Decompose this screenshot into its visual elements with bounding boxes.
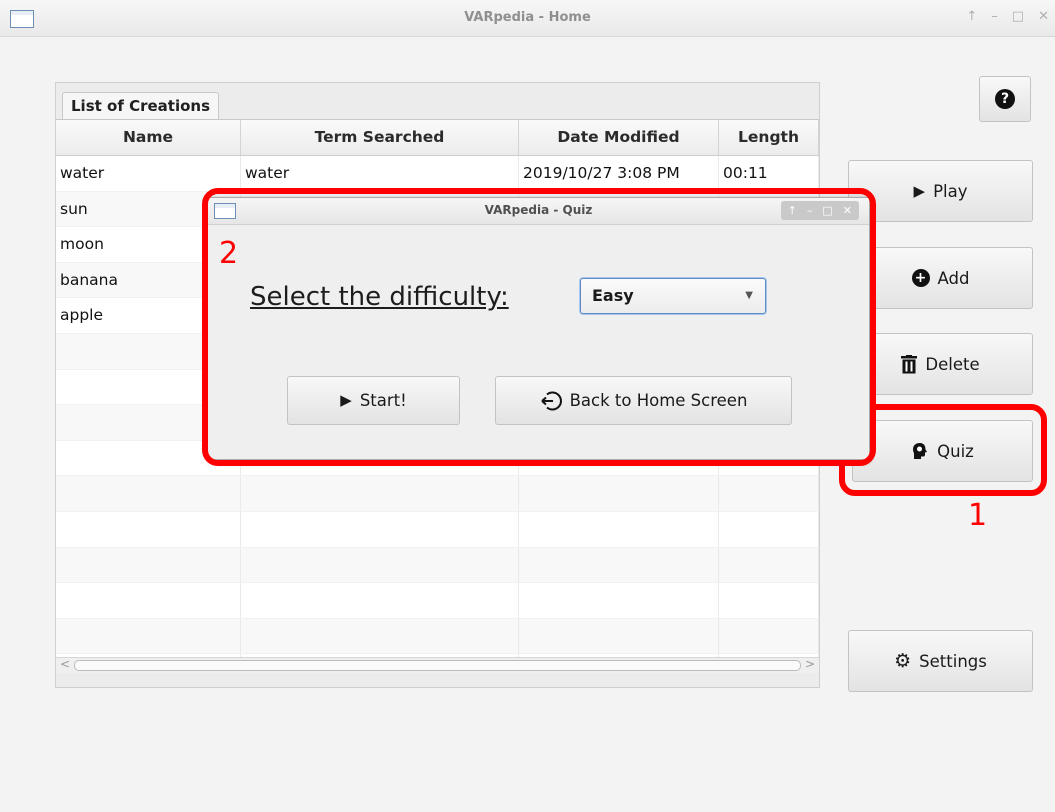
- difficulty-select[interactable]: Easy ▼: [580, 278, 766, 314]
- play-icon: ▶: [340, 391, 352, 409]
- table-row[interactable]: [56, 583, 819, 619]
- cell-length: [719, 476, 819, 511]
- column-header-name[interactable]: Name: [56, 120, 241, 155]
- dialog-window-controls: ↑ – □ ✕: [780, 201, 859, 220]
- scrollbar-thumb[interactable]: [74, 660, 801, 671]
- close-icon[interactable]: ✕: [1038, 9, 1049, 24]
- settings-label: Settings: [919, 651, 987, 671]
- cell-length: [719, 583, 819, 618]
- play-icon: ▶: [913, 181, 926, 200]
- minimize-icon[interactable]: –: [991, 9, 998, 24]
- delete-button[interactable]: Delete: [848, 333, 1033, 395]
- cell-name: [56, 511, 241, 547]
- dialog-maximize-icon[interactable]: □: [822, 204, 832, 217]
- table-row[interactable]: [56, 547, 819, 584]
- cell-term: [241, 547, 519, 583]
- cell-date: [519, 583, 719, 618]
- quiz-button[interactable]: Quiz: [852, 420, 1033, 482]
- dialog-title: VARpedia - Quiz: [484, 203, 593, 217]
- table-header: Name Term Searched Date Modified Length: [56, 120, 819, 156]
- column-header-length[interactable]: Length: [719, 120, 819, 155]
- column-header-date[interactable]: Date Modified: [519, 120, 719, 155]
- quiz-dialog: VARpedia - Quiz ↑ – □ ✕ Select the diffi…: [207, 197, 870, 460]
- window-controls: ↑ – □ ✕: [966, 9, 1049, 24]
- cell-date: [519, 618, 719, 654]
- play-button[interactable]: ▶ Play: [848, 160, 1033, 222]
- cell-term: [241, 476, 519, 511]
- play-label: Play: [933, 181, 968, 201]
- window-title: VARpedia - Home: [464, 10, 591, 25]
- dialog-titlebar[interactable]: VARpedia - Quiz ↑ – □ ✕: [208, 198, 869, 225]
- tab-list-of-creations[interactable]: List of Creations: [62, 92, 219, 120]
- trash-icon: [901, 354, 918, 373]
- cell-date: [519, 476, 719, 511]
- cell-name: [56, 583, 241, 618]
- back-to-home-button[interactable]: Back to Home Screen: [495, 376, 792, 425]
- chevron-down-icon: ▼: [745, 290, 753, 301]
- cell-name: water: [56, 156, 241, 191]
- difficulty-label: Select the difficulty:: [250, 282, 509, 312]
- annotation-label-2: 2: [219, 236, 239, 271]
- keep-above-icon[interactable]: ↑: [966, 9, 977, 24]
- cell-date: [519, 511, 719, 547]
- cell-term: [241, 583, 519, 618]
- table-row[interactable]: [56, 511, 819, 548]
- cell-length: [719, 618, 819, 654]
- cell-term: water: [241, 156, 519, 191]
- brain-head-icon: [913, 443, 928, 459]
- horizontal-scrollbar[interactable]: < >: [56, 657, 819, 673]
- difficulty-select-value: Easy: [592, 286, 634, 305]
- dialog-minimize-icon[interactable]: –: [807, 204, 813, 217]
- cell-length: [719, 547, 819, 583]
- delete-label: Delete: [925, 354, 980, 374]
- annotation-label-1: 1: [968, 498, 988, 533]
- main-titlebar[interactable]: VARpedia - Home ↑ – □ ✕: [0, 0, 1055, 37]
- cell-name: [56, 476, 241, 511]
- scroll-left-icon[interactable]: <: [60, 657, 70, 671]
- quiz-label: Quiz: [937, 441, 974, 461]
- cell-name: [56, 547, 241, 583]
- plus-circle-icon: +: [911, 269, 930, 287]
- cell-date: [519, 547, 719, 583]
- dialog-close-icon[interactable]: ✕: [843, 204, 852, 217]
- dialog-keep-above-icon[interactable]: ↑: [788, 204, 797, 217]
- cell-length: 00:11: [719, 156, 819, 191]
- help-button[interactable]: ?: [979, 76, 1031, 122]
- cell-date: 2019/10/27 3:08 PM: [519, 156, 719, 191]
- table-row[interactable]: [56, 618, 819, 655]
- cell-term: [241, 618, 519, 654]
- table-row[interactable]: water water 2019/10/27 3:08 PM 00:11: [56, 156, 819, 192]
- settings-button[interactable]: ⚙ Settings: [848, 630, 1033, 692]
- cell-length: [719, 511, 819, 547]
- scroll-right-icon[interactable]: >: [805, 657, 815, 671]
- start-label: Start!: [359, 391, 407, 410]
- column-header-term[interactable]: Term Searched: [241, 120, 519, 155]
- add-button[interactable]: + Add: [848, 247, 1033, 309]
- cell-name: [56, 618, 241, 654]
- gear-icon: ⚙: [894, 649, 912, 672]
- start-button[interactable]: ▶ Start!: [287, 376, 460, 425]
- table-row[interactable]: [56, 476, 819, 512]
- cell-term: [241, 511, 519, 547]
- back-label: Back to Home Screen: [569, 391, 748, 410]
- add-label: Add: [937, 268, 970, 288]
- back-arrow-circle-icon: [540, 391, 562, 410]
- help-icon: ?: [995, 89, 1015, 109]
- maximize-icon[interactable]: □: [1012, 9, 1024, 24]
